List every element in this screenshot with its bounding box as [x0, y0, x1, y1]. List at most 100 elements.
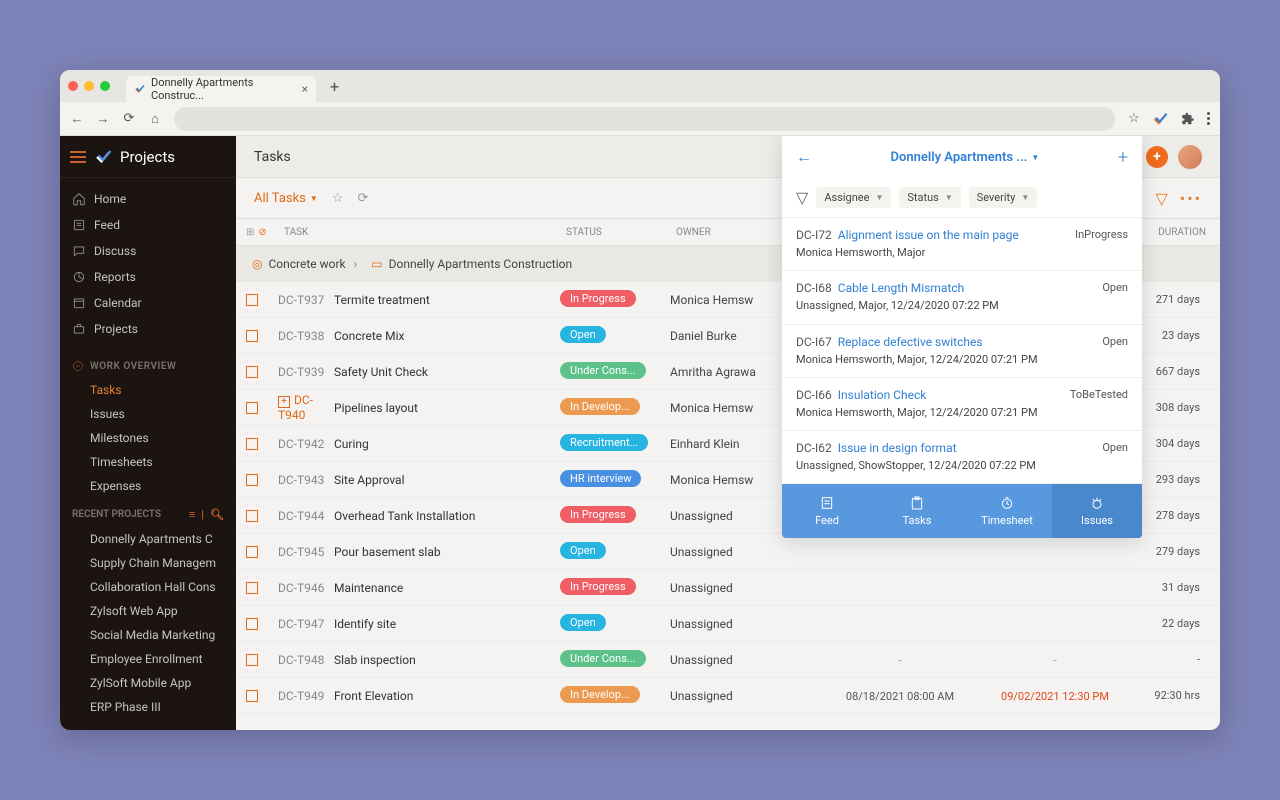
sidebar-item-expenses[interactable]: Expenses	[60, 474, 236, 498]
sidebar-recent-project[interactable]: Supply Chain Managem	[60, 551, 236, 575]
task-row[interactable]: DC-T949 Front Elevation In Develop... Un…	[236, 678, 1220, 714]
popup-tab-timesheet[interactable]: Timesheet	[962, 484, 1052, 538]
list-view-icon[interactable]: ⊞	[246, 227, 254, 238]
filter-status[interactable]: Status▼	[899, 187, 960, 208]
task-checkbox[interactable]	[246, 546, 258, 558]
popup-tab-feed[interactable]: Feed	[782, 484, 872, 538]
sidebar-item-projects[interactable]: Projects	[60, 316, 236, 342]
sidebar-item-calendar[interactable]: Calendar	[60, 290, 236, 316]
task-row[interactable]: DC-T946 Maintenance In Progress Unassign…	[236, 570, 1220, 606]
issue-status: InProgress	[1075, 228, 1128, 260]
extensions-puzzle-icon[interactable]	[1179, 110, 1197, 128]
sidebar-recent-project[interactable]: ZylSoft Mobile App	[60, 671, 236, 695]
col-task-label: TASK	[276, 227, 566, 238]
sidebar-item-reports[interactable]: Reports	[60, 264, 236, 290]
popup-tab-tasks[interactable]: Tasks	[872, 484, 962, 538]
sidebar-item-feed[interactable]: Feed	[60, 212, 236, 238]
popup-back-button[interactable]: ←	[796, 147, 812, 167]
reload-button[interactable]: ⟳	[122, 112, 136, 126]
popup-add-button[interactable]: +	[1118, 147, 1128, 168]
browser-tab[interactable]: Donnelly Apartments Construc... ×	[126, 76, 316, 102]
issue-title: Replace defective switches	[838, 335, 983, 349]
add-button[interactable]: +	[1146, 146, 1168, 168]
filter-funnel-icon[interactable]: ▽	[1155, 189, 1167, 208]
tab-title: Donnelly Apartments Construc...	[151, 76, 296, 102]
col-status-label: STATUS	[566, 227, 676, 238]
issue-row[interactable]: DC-I68 Cable Length Mismatch Unassigned,…	[782, 271, 1142, 324]
filter-assignee[interactable]: Assignee▼	[816, 187, 891, 208]
issue-row[interactable]: DC-I62 Issue in design format Unassigned…	[782, 431, 1142, 484]
popup-filter-bar: ▽ Assignee▼ Status▼ Severity▼	[782, 178, 1142, 218]
minimize-window-icon[interactable]	[84, 81, 94, 91]
browser-menu-icon[interactable]	[1207, 112, 1210, 125]
task-checkbox[interactable]	[246, 582, 258, 594]
home-button[interactable]: ⌂	[148, 112, 162, 126]
search-icon[interactable]: 🔍︎	[210, 508, 224, 521]
issue-title: Cable Length Mismatch	[838, 281, 965, 295]
task-checkbox[interactable]	[246, 690, 258, 702]
task-checkbox[interactable]	[246, 654, 258, 666]
forward-button[interactable]: →	[96, 112, 110, 126]
url-input[interactable]	[174, 107, 1115, 131]
view-selector[interactable]: All Tasks ▼	[254, 191, 318, 206]
sidebar-item-home[interactable]: Home	[60, 186, 236, 212]
refresh-icon[interactable]: ⟳	[357, 191, 368, 206]
new-tab-button[interactable]: +	[330, 77, 339, 96]
task-row[interactable]: DC-T945 Pour basement slab Open Unassign…	[236, 534, 1220, 570]
sidebar-item-issues[interactable]: Issues	[60, 402, 236, 426]
close-window-icon[interactable]	[68, 81, 78, 91]
task-name: Safety Unit Check	[334, 365, 560, 379]
task-name: Termite treatment	[334, 293, 560, 307]
chevron-down-icon: ▼	[875, 193, 883, 202]
favorite-icon[interactable]: ☆	[332, 191, 344, 206]
task-row[interactable]: DC-T948 Slab inspection Under Cons... Un…	[236, 642, 1220, 678]
issue-id: DC-I68	[796, 281, 832, 295]
task-checkbox[interactable]	[246, 294, 258, 306]
bookmark-star-icon[interactable]: ☆	[1127, 112, 1141, 126]
issue-row[interactable]: DC-I72 Alignment issue on the main page …	[782, 218, 1142, 271]
issue-row[interactable]: DC-I67 Replace defective switches Monica…	[782, 325, 1142, 378]
popup-tab-issues[interactable]: Issues	[1052, 484, 1142, 538]
menu-toggle-icon[interactable]	[70, 151, 86, 163]
popup-title[interactable]: Donnelly Apartments ... ▼	[891, 150, 1040, 165]
tab-close-icon[interactable]: ×	[302, 82, 308, 96]
more-menu-icon[interactable]: •••	[1180, 189, 1202, 208]
work-overview-header[interactable]: WORK OVERVIEW	[60, 350, 236, 378]
filter-severity[interactable]: Severity▼	[969, 187, 1038, 208]
breadcrumb-parent[interactable]: Concrete work	[268, 257, 345, 271]
subtask-icon: +	[278, 396, 290, 408]
extension-icon[interactable]	[1151, 110, 1169, 128]
status-badge: Open	[560, 326, 606, 343]
sidebar-recent-project[interactable]: Social Media Marketing	[60, 623, 236, 647]
task-checkbox[interactable]	[246, 474, 258, 486]
maximize-window-icon[interactable]	[100, 81, 110, 91]
sidebar-item-tasks[interactable]: Tasks	[60, 378, 236, 402]
filter-funnel-icon[interactable]: ▽	[796, 188, 808, 207]
task-row[interactable]: DC-T947 Identify site Open Unassigned 22…	[236, 606, 1220, 642]
issue-status: Open	[1102, 441, 1128, 473]
sidebar-item-timesheets[interactable]: Timesheets	[60, 450, 236, 474]
task-checkbox[interactable]	[246, 330, 258, 342]
filter-icon[interactable]: ≡	[189, 508, 195, 521]
issue-row[interactable]: DC-I66 Insulation Check Monica Hemsworth…	[782, 378, 1142, 431]
sidebar-recent-project[interactable]: Donnelly Apartments C	[60, 527, 236, 551]
address-right-icons: ☆	[1127, 110, 1210, 128]
task-checkbox[interactable]	[246, 618, 258, 630]
user-avatar[interactable]	[1178, 145, 1202, 169]
sort-icon[interactable]: ⊘	[258, 227, 266, 238]
sidebar-recent-nav: Donnelly Apartments CSupply Chain Manage…	[60, 527, 236, 719]
sidebar-recent-project[interactable]: ERP Phase III	[60, 695, 236, 719]
browser-window: Donnelly Apartments Construc... × + ← → …	[60, 70, 1220, 730]
task-checkbox[interactable]	[246, 402, 258, 414]
task-owner: Unassigned	[670, 545, 820, 559]
sidebar-item-milestones[interactable]: Milestones	[60, 426, 236, 450]
sidebar-recent-project[interactable]: Employee Enrollment	[60, 647, 236, 671]
task-name: Identify site	[334, 617, 560, 631]
task-checkbox[interactable]	[246, 366, 258, 378]
sidebar-item-discuss[interactable]: Discuss	[60, 238, 236, 264]
back-button[interactable]: ←	[70, 112, 84, 126]
task-checkbox[interactable]	[246, 438, 258, 450]
sidebar-recent-project[interactable]: Collaboration Hall Cons	[60, 575, 236, 599]
task-checkbox[interactable]	[246, 510, 258, 522]
sidebar-recent-project[interactable]: Zylsoft Web App	[60, 599, 236, 623]
